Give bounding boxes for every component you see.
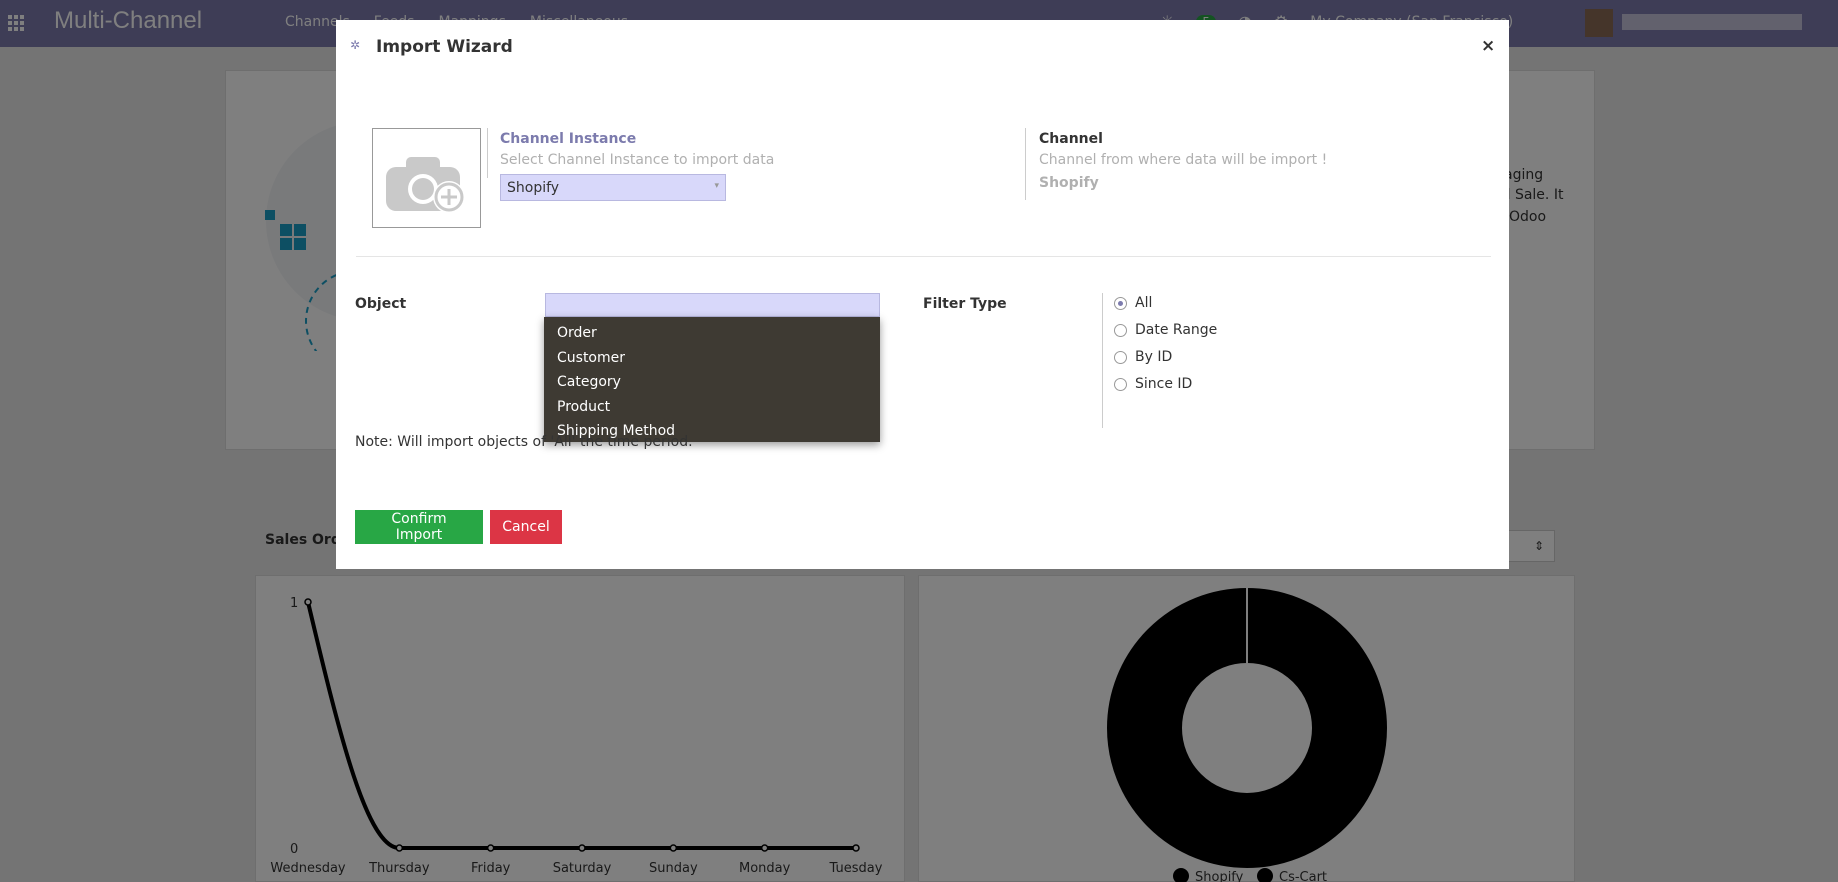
radio-button[interactable] — [1114, 350, 1127, 364]
channel-value: Shopify — [1039, 175, 1099, 191]
filter-option-all[interactable]: All — [1114, 295, 1152, 311]
filter-option-label: Since ID — [1135, 376, 1193, 392]
dropdown-option-category[interactable]: Category — [544, 370, 880, 395]
dropdown-option-product[interactable]: Product — [544, 395, 880, 420]
dropdown-option-order[interactable]: Order — [544, 321, 880, 346]
filter-option-label: By ID — [1135, 349, 1173, 365]
filter-option-label: Date Range — [1135, 322, 1218, 338]
confirm-import-button[interactable]: Confirm Import — [355, 510, 483, 544]
import-note: Note: Will import objects of 'All' the t… — [355, 434, 693, 450]
camera-add-icon — [386, 157, 465, 213]
modal-header: ✲ Import Wizard × — [336, 20, 1509, 68]
dropdown-option-customer[interactable]: Customer — [544, 346, 880, 371]
filter-option-by-id[interactable]: By ID — [1114, 349, 1172, 365]
import-wizard-dialog: ✲ Import Wizard × Channel Instance Selec… — [336, 20, 1509, 569]
divider — [1025, 128, 1026, 200]
close-button[interactable]: × — [1481, 36, 1495, 56]
radio-button[interactable] — [1114, 377, 1127, 391]
modal-title: Import Wizard — [376, 37, 513, 57]
radio-button[interactable] — [1114, 323, 1127, 337]
chevron-down-icon: ▾ — [714, 181, 719, 191]
object-dropdown: Order Customer Category Product Shipping… — [544, 317, 880, 442]
radio-button[interactable] — [1114, 296, 1127, 310]
channel-label: Channel — [1039, 131, 1103, 147]
filter-option-since-id[interactable]: Since ID — [1114, 376, 1192, 392]
channel-instance-label: Channel Instance — [500, 131, 637, 147]
filter-option-label: All — [1135, 295, 1153, 311]
cancel-button[interactable]: Cancel — [490, 510, 562, 544]
filter-option-date-range[interactable]: Date Range — [1114, 322, 1217, 338]
channel-image-upload[interactable] — [372, 128, 481, 228]
object-label: Object — [355, 296, 407, 312]
debug-bug-icon[interactable]: ✲ — [350, 39, 362, 51]
divider — [1102, 293, 1103, 428]
separator — [356, 256, 1491, 257]
object-select[interactable] — [545, 293, 880, 317]
channel-instance-value: Shopify — [507, 180, 560, 196]
channel-instance-help: Select Channel Instance to import data — [500, 152, 775, 168]
channel-help: Channel from where data will be import ! — [1039, 152, 1328, 168]
divider — [487, 128, 488, 178]
channel-instance-select[interactable]: Shopify ▾ — [500, 174, 726, 201]
filter-type-label: Filter Type — [923, 296, 1007, 312]
